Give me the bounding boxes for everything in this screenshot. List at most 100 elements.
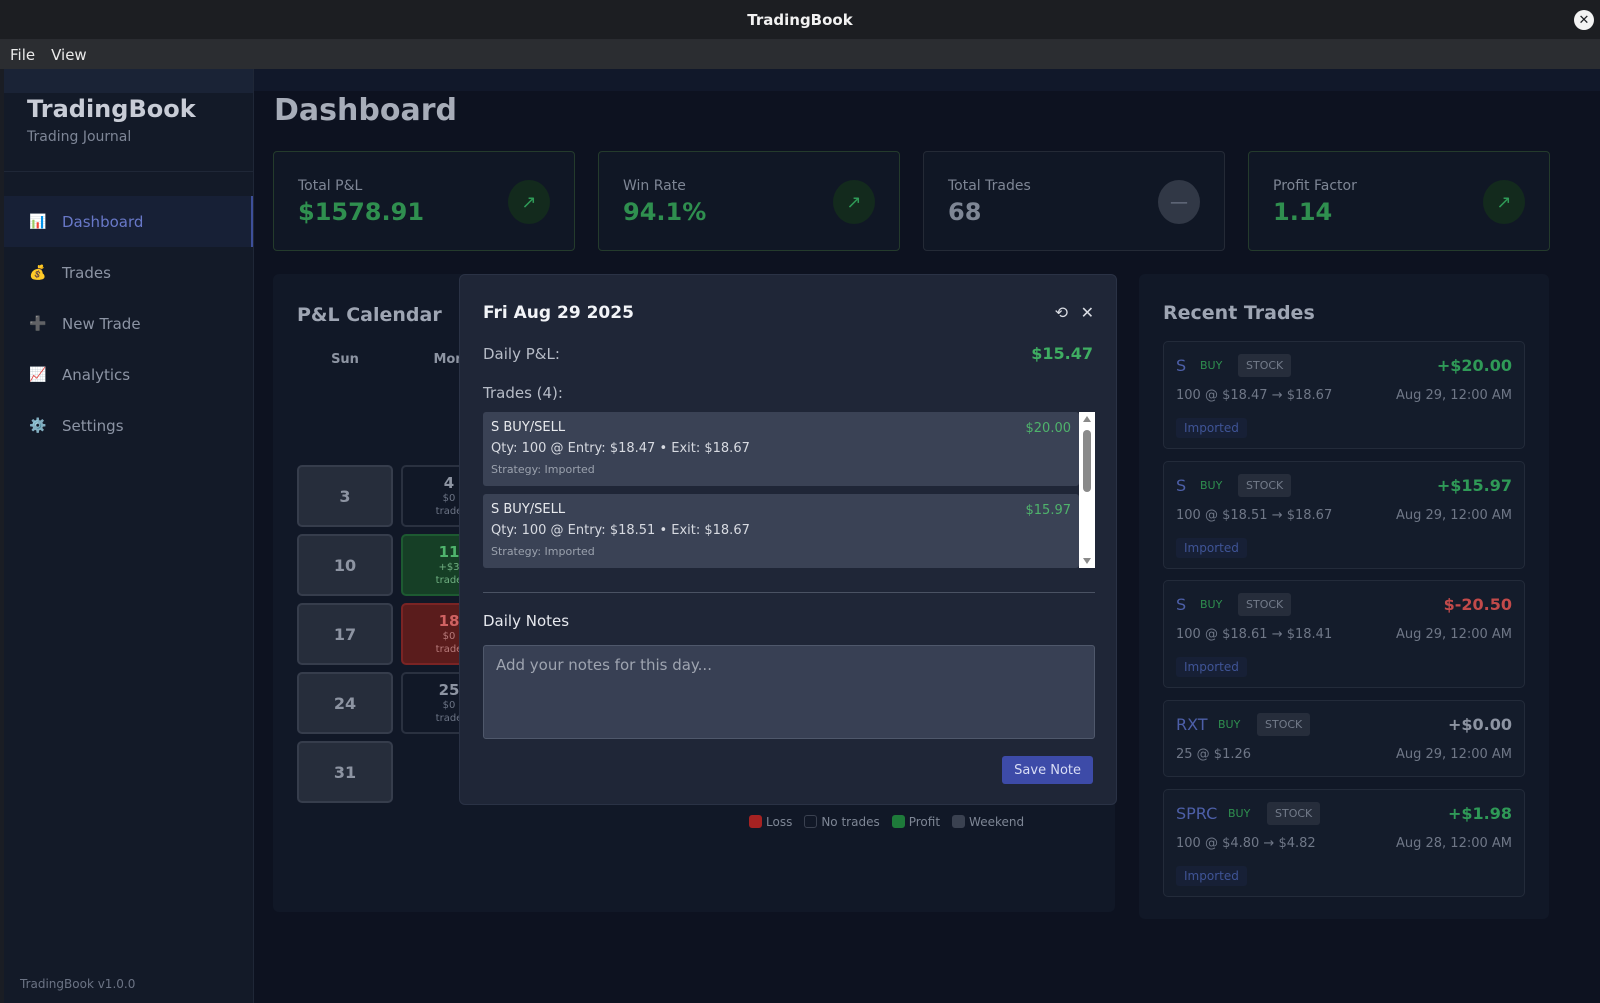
- brand-name: TradingBook: [27, 95, 196, 123]
- stat-card-win-rate: Win Rate 94.1% ↗: [598, 151, 900, 251]
- legend-label: No trades: [821, 815, 880, 829]
- daily-pnl-label: Daily P&L:: [483, 345, 560, 363]
- day-number: 31: [333, 762, 357, 782]
- modal-divider: [483, 592, 1095, 593]
- day-number: 4: [443, 474, 455, 492]
- calendar-day-24[interactable]: 24: [297, 672, 393, 734]
- main-top-strip: [254, 69, 1600, 91]
- modal-close-button[interactable]: ✕: [1081, 303, 1094, 322]
- bar-chart-icon: 📊: [29, 213, 47, 230]
- trade-side: BUY: [1228, 807, 1251, 820]
- menu-view[interactable]: View: [51, 46, 87, 64]
- legend-swatch: [952, 815, 966, 828]
- plus-icon: ➕: [29, 315, 47, 332]
- recent-trade-card[interactable]: S BUY STOCK $-20.50 100 @ $18.61 → $18.4…: [1163, 580, 1525, 688]
- trend-up-icon: ↗: [833, 180, 875, 224]
- modal-trade-item[interactable]: S BUY/SELL Qty: 100 @ Entry: $18.51 • Ex…: [483, 494, 1079, 568]
- sidebar-item-label: Trades: [62, 263, 111, 282]
- legend-profit: Profit: [891, 815, 940, 829]
- trade-strategy: Strategy: Imported: [491, 545, 595, 558]
- trade-side: BUY: [1200, 479, 1223, 492]
- page-title: Dashboard: [274, 93, 457, 128]
- recent-trade-card[interactable]: SPRC BUY STOCK +$1.98 100 @ $4.80 → $4.8…: [1163, 789, 1525, 897]
- sidebar-item-label: Analytics: [62, 365, 131, 384]
- sidebar-item-analytics[interactable]: 📈 Analytics: [4, 349, 253, 400]
- stat-value: 1.14: [1273, 198, 1333, 226]
- trade-type-badge: STOCK: [1238, 474, 1292, 497]
- legend-loss: Loss: [749, 815, 792, 829]
- trade-list-scrollbar[interactable]: [1079, 412, 1095, 568]
- trade-type-badge: STOCK: [1238, 354, 1292, 377]
- recent-trade-card[interactable]: RXT BUY STOCK +$0.00 25 @ $1.26 Aug 29, …: [1163, 700, 1525, 777]
- window-close-button[interactable]: ✕: [1574, 10, 1594, 30]
- day-pnl: $0: [442, 493, 456, 504]
- recent-trades-title: Recent Trades: [1163, 302, 1315, 324]
- trade-detail: 25 @ $1.26: [1176, 747, 1252, 762]
- save-note-button[interactable]: Save Note: [1002, 756, 1093, 784]
- trade-symbol: S: [1176, 356, 1187, 375]
- trade-detail: 100 @ $4.80 → $4.82: [1176, 836, 1316, 851]
- recent-trade-card[interactable]: S BUY STOCK +$20.00 100 @ $18.47 → $18.6…: [1163, 341, 1525, 449]
- trade-strategy-tag: Imported: [1176, 418, 1247, 438]
- menu-file[interactable]: File: [10, 46, 35, 64]
- modal-trade-item[interactable]: S BUY/SELL Qty: 100 @ Entry: $18.47 • Ex…: [483, 412, 1079, 486]
- sidebar-item-trades[interactable]: 💰 Trades: [4, 247, 253, 298]
- trade-detail: 100 @ $18.47 → $18.67: [1176, 388, 1333, 403]
- trade-symbol: S: [1176, 476, 1187, 495]
- sidebar-item-dashboard[interactable]: 📊 Dashboard: [4, 196, 253, 247]
- trade-detail: 100 @ $18.61 → $18.41: [1176, 627, 1333, 642]
- trade-strategy: Strategy: Imported: [491, 463, 595, 476]
- trade-pnl: $20.00: [1025, 421, 1072, 436]
- legend-swatch: [891, 815, 905, 828]
- trade-type-badge: STOCK: [1257, 713, 1311, 736]
- app-version: TradingBook v1.0.0: [20, 977, 136, 991]
- calendar-day-31[interactable]: 31: [297, 741, 393, 803]
- dash-icon: —: [1158, 180, 1200, 224]
- legend-swatch: [804, 815, 818, 828]
- gear-icon: ⚙️: [29, 417, 47, 434]
- day-number: 17: [333, 624, 357, 644]
- calendar-day-3[interactable]: 3: [297, 465, 393, 527]
- daily-notes-input[interactable]: [483, 645, 1095, 739]
- trade-side: BUY: [1200, 598, 1223, 611]
- trade-date: Aug 29, 12:00 AM: [1395, 627, 1512, 642]
- sidebar-nav: 📊 Dashboard 💰 Trades ➕ New Trade 📈 Analy…: [4, 196, 253, 451]
- sidebar-item-new-trade[interactable]: ➕ New Trade: [4, 298, 253, 349]
- refresh-icon[interactable]: ⟲: [1055, 303, 1068, 322]
- trades-count-label: Trades (4):: [483, 384, 563, 402]
- sidebar-item-label: New Trade: [62, 314, 141, 333]
- trend-up-icon: ↗: [1483, 180, 1525, 224]
- daily-notes-label: Daily Notes: [483, 612, 570, 630]
- day-pnl: $0: [442, 631, 456, 642]
- sidebar-top-strip: [4, 69, 253, 93]
- day-number: 25: [438, 681, 460, 699]
- day-number: 18: [438, 612, 460, 630]
- calendar-day-17[interactable]: 17: [297, 603, 393, 665]
- stat-label: Total P&L: [298, 178, 363, 194]
- trade-pnl: +$15.97: [1436, 476, 1512, 495]
- trade-side: BUY: [1200, 359, 1223, 372]
- scroll-thumb[interactable]: [1083, 430, 1091, 492]
- stat-value: 94.1%: [623, 198, 707, 226]
- stat-value: 68: [948, 198, 982, 226]
- calendar-day-10[interactable]: 10: [297, 534, 393, 596]
- trade-date: Aug 28, 12:00 AM: [1395, 836, 1512, 851]
- trade-type-badge: STOCK: [1267, 802, 1321, 825]
- scroll-down-arrow-icon[interactable]: [1083, 558, 1091, 564]
- legend-label: Weekend: [969, 815, 1025, 829]
- recent-trade-card[interactable]: S BUY STOCK +$15.97 100 @ $18.51 → $18.6…: [1163, 461, 1525, 569]
- sidebar-item-settings[interactable]: ⚙️ Settings: [4, 400, 253, 451]
- modal-trade-list[interactable]: S BUY/SELL Qty: 100 @ Entry: $18.47 • Ex…: [483, 412, 1095, 568]
- stat-card-total-pnl: Total P&L $1578.91 ↗: [273, 151, 575, 251]
- stat-label: Win Rate: [623, 178, 686, 194]
- trade-strategy-tag: Imported: [1176, 538, 1247, 558]
- stat-card-profit-factor: Profit Factor 1.14 ↗: [1248, 151, 1550, 251]
- trade-date: Aug 29, 12:00 AM: [1395, 747, 1512, 762]
- trade-strategy-tag: Imported: [1176, 657, 1247, 677]
- scroll-up-arrow-icon[interactable]: [1083, 416, 1091, 422]
- trade-pnl: +$20.00: [1436, 356, 1512, 375]
- trade-detail: Qty: 100 @ Entry: $18.51 • Exit: $18.67: [491, 523, 750, 538]
- day-number: 24: [333, 693, 357, 713]
- legend-weekend: Weekend: [952, 815, 1024, 829]
- calendar-dow-sun: Sun: [331, 352, 359, 367]
